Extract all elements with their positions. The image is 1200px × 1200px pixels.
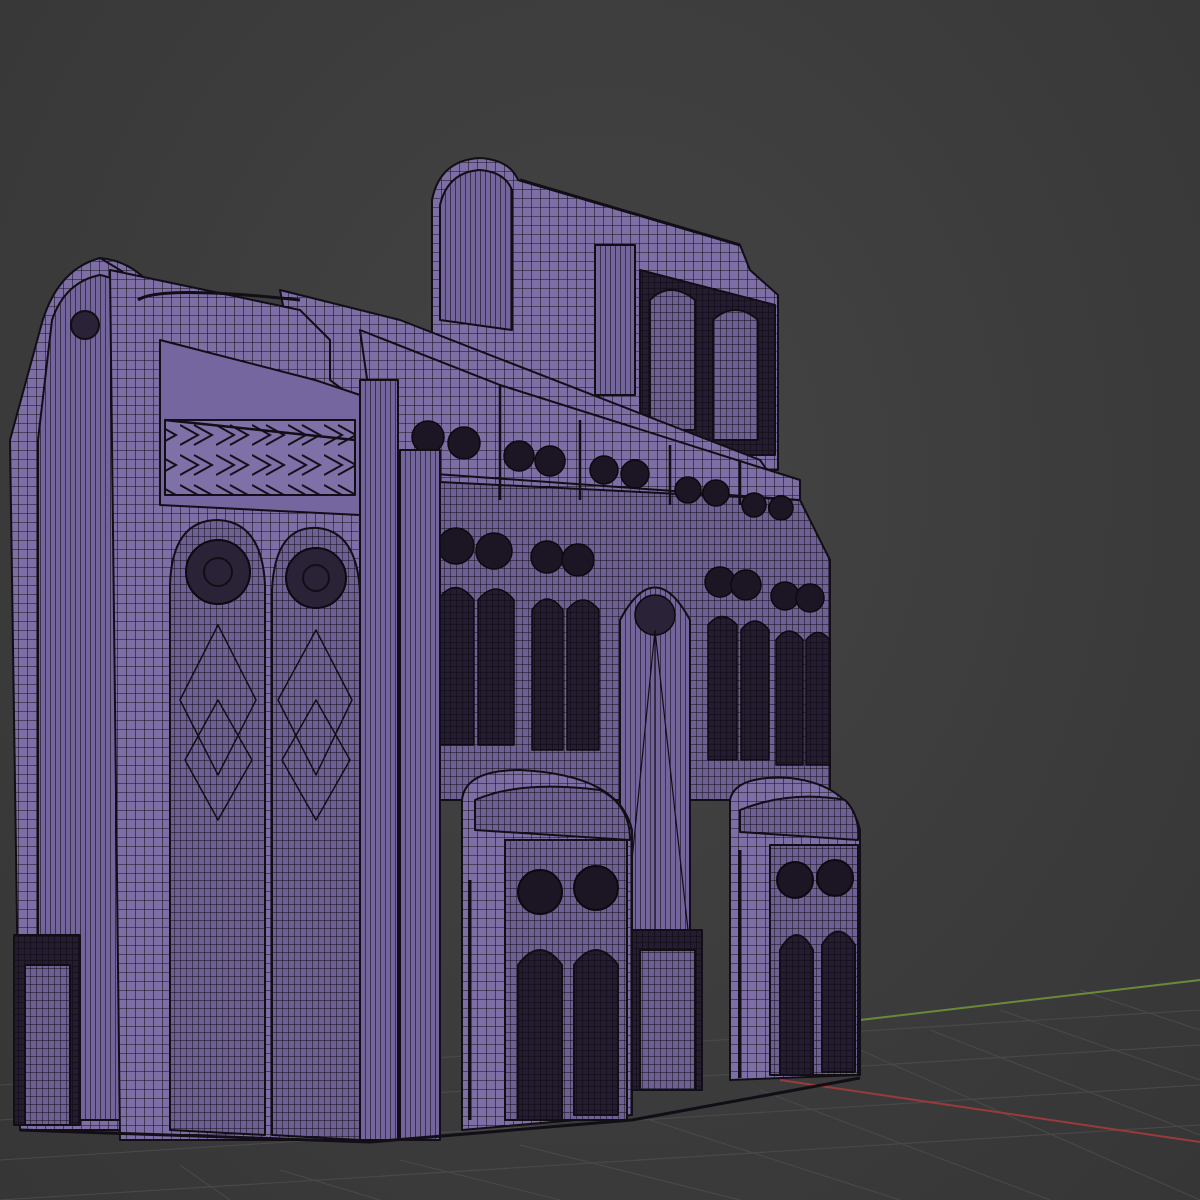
3d-viewport[interactable] — [0, 0, 1200, 1200]
left-porch — [461, 769, 633, 1131]
pilaster-center — [399, 449, 441, 1141]
pilaster-left — [359, 379, 399, 1141]
y-axis-line — [859, 979, 1200, 1021]
center-portal — [631, 929, 703, 1091]
left-bay — [109, 269, 371, 1141]
right-porch — [729, 776, 861, 1081]
cathedral-mesh[interactable] — [9, 157, 861, 1144]
viewport-canvas[interactable] — [0, 0, 1200, 1200]
